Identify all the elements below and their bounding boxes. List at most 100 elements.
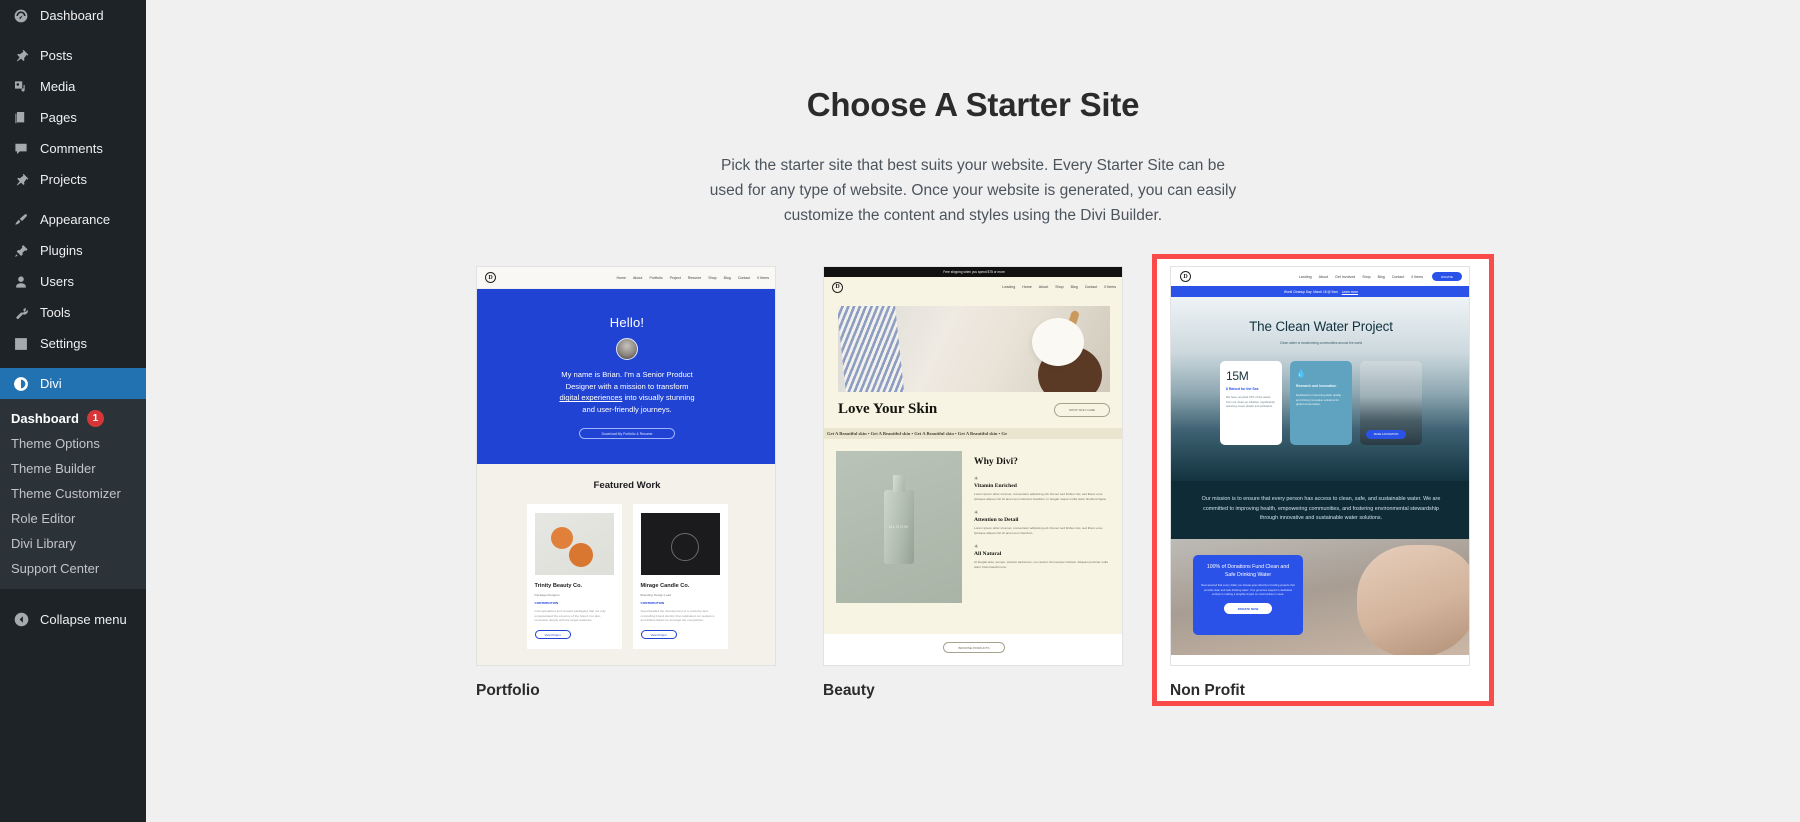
submenu-item-theme-customizer[interactable]: Theme Customizer: [0, 481, 146, 506]
page-title: Choose A Starter Site: [806, 86, 1140, 123]
avatar: [616, 338, 638, 361]
sidebar-item-label: Appearance: [40, 212, 111, 227]
beauty-preview: Free shipping when you spend $75 or more…: [824, 267, 1122, 665]
submenu-item-divi-library[interactable]: Divi Library: [0, 531, 146, 556]
starter-card-non-profit[interactable]: D Landing About Get Involved Shop Blog C…: [1152, 254, 1494, 707]
sidebar-item-label: Dashboard: [40, 8, 104, 23]
sidebar-item-label: Divi: [40, 376, 62, 391]
marquee-banner: Get A Beautiful skin • Get A Beautiful s…: [824, 428, 1122, 440]
submenu-item-theme-builder[interactable]: Theme Builder: [0, 456, 146, 481]
page-header: Choose A Starter Site Pick the starter s…: [146, 0, 1800, 228]
browse-products-button: BROWSE PRODUCTS: [943, 642, 1005, 654]
submenu-item-role-editor[interactable]: Role Editor: [0, 506, 146, 531]
preview-nav-links: Leading Home About Shop Blog Contact 0 I…: [1002, 285, 1116, 289]
admin-screen: Dashboard Posts Media Pages Comments Pro…: [0, 0, 1800, 822]
product-image: BLOOM: [836, 451, 962, 604]
nav-link: Blog: [1377, 274, 1385, 279]
research-heading: Research and Innovation: [1296, 384, 1337, 389]
bowl-shape: [1038, 346, 1102, 393]
submenu-item-theme-options[interactable]: Theme Options: [0, 431, 146, 456]
nav-link: Landing: [1298, 274, 1312, 279]
nav-link: About: [633, 275, 643, 280]
work-thumbnail: [640, 513, 720, 576]
hero-bio: My name is Brian. I'm a Senior Product D…: [522, 369, 732, 415]
plug-icon: [11, 241, 31, 261]
pin-icon: [11, 46, 31, 66]
submenu-item-dashboard[interactable]: Dashboard 1: [0, 406, 146, 431]
nav-link: Shop: [1055, 285, 1064, 290]
sidebar-item-label: Posts: [40, 48, 73, 63]
sidebar-item-tools[interactable]: Tools: [0, 297, 146, 328]
card-preview-frame[interactable]: D Landing About Get Involved Shop Blog C…: [1170, 266, 1470, 667]
work-role: Branding Design Lead: [640, 593, 672, 598]
feature-title: Attention to Detail: [974, 517, 1019, 524]
media-icon: [11, 77, 31, 97]
feature-title: All Natural: [974, 551, 1002, 558]
stat-card: 15M $ Raised for the Sea We have recycle…: [1220, 361, 1282, 446]
starter-card-portfolio[interactable]: D Home About Portfolio Project Resume Sh…: [476, 266, 776, 700]
work-button: View Project: [640, 630, 677, 640]
bio-line: and user-friendly journeys.: [582, 404, 672, 414]
sidebar-item-comments[interactable]: Comments: [0, 133, 146, 164]
submenu-item-label: Role Editor: [11, 511, 76, 526]
submenu-item-support-center[interactable]: Support Center: [0, 556, 146, 581]
why-heading: Why Divi?: [974, 456, 1018, 468]
preview-hero: Hello! My name is Brian. I'm a Senior Pr…: [477, 289, 775, 465]
sidebar-item-dashboard[interactable]: Dashboard: [0, 0, 146, 31]
preview-nav-links: Landing About Get Involved Shop Blog Con…: [1299, 275, 1423, 279]
feature-item: ✳ Vitamin Enriched Lorem ipsum dolor sit…: [974, 476, 1112, 502]
spoon-shape: [1060, 310, 1080, 351]
submenu-item-label: Divi Library: [11, 536, 77, 551]
nav-link: Blog: [723, 275, 731, 280]
card-preview-frame[interactable]: Free shipping when you spend $75 or more…: [823, 266, 1123, 667]
brush-icon: [11, 210, 31, 230]
preview-navbar: D Home About Portfolio Project Resume Sh…: [477, 267, 775, 290]
mission-statement: Our mission is to ensure that every pers…: [1171, 481, 1469, 540]
sidebar-item-label: Media: [40, 79, 76, 94]
collapse-menu-button[interactable]: Collapse menu: [0, 602, 146, 636]
sidebar-item-media[interactable]: Media: [0, 71, 146, 102]
feature-bullet-icon: ✳: [974, 510, 979, 517]
sidebar-item-plugins[interactable]: Plugins: [0, 235, 146, 266]
preview-featured-section: Featured Work Trinity Beauty Co. Package…: [477, 464, 775, 666]
water-drop-icon: 💧: [1296, 369, 1306, 379]
work-description: Spearheaded the development of a cohesiv…: [640, 608, 715, 623]
hero-greeting: Hello!: [609, 315, 645, 331]
divi-logo-icon: D: [1180, 271, 1191, 283]
sidebar-item-pages[interactable]: Pages: [0, 102, 146, 133]
non-profit-preview: D Landing About Get Involved Shop Blog C…: [1171, 267, 1469, 665]
sidebar-item-projects[interactable]: Projects: [0, 164, 146, 195]
feature-title: Vitamin Enriched: [974, 483, 1017, 490]
sidebar-item-posts[interactable]: Posts: [0, 40, 146, 71]
starter-site-grid: D Home About Portfolio Project Resume Sh…: [146, 254, 1800, 707]
card-preview-frame[interactable]: D Home About Portfolio Project Resume Sh…: [476, 266, 776, 667]
research-text: Dedicated to improving water quality and…: [1296, 393, 1342, 407]
comment-icon: [11, 139, 31, 159]
sidebar-item-appearance[interactable]: Appearance: [0, 204, 146, 235]
sidebar-item-label: Users: [40, 274, 74, 289]
photo-card: MAKE A DONATION: [1360, 361, 1422, 446]
sidebar-item-settings[interactable]: Settings: [0, 328, 146, 359]
sidebar-item-divi[interactable]: Divi: [0, 368, 146, 399]
submenu-item-label: Theme Builder: [11, 461, 96, 476]
feature-desc: Lorem ipsum dolor sit amet, consectetur …: [974, 526, 1104, 536]
work-role: Package Designer: [534, 593, 560, 598]
sliders-icon: [11, 334, 31, 354]
page-subtitle: Pick the starter site that best suits yo…: [709, 157, 1237, 225]
stat-value: 15M: [1226, 369, 1249, 384]
portfolio-preview: D Home About Portfolio Project Resume Sh…: [477, 267, 775, 666]
work-item: Mirage Candle Co. Branding Design Lead C…: [632, 504, 728, 650]
nav-link: Shop: [708, 275, 717, 280]
sidebar-item-users[interactable]: Users: [0, 266, 146, 297]
nav-link: Home: [616, 275, 627, 280]
hero-cta-button: Download My Portfolio & Resume: [579, 428, 675, 440]
hands-image: [1357, 545, 1469, 656]
nav-link: Portfolio: [649, 275, 663, 280]
announcement-strip: World Cleanup Day: March 18 @ 9am Learn …: [1171, 286, 1469, 298]
donations-heading: 100% of Donations Fund Clean and Safe Dr…: [1206, 564, 1290, 578]
starter-card-beauty[interactable]: Free shipping when you spend $75 or more…: [823, 266, 1123, 700]
nav-link: Project: [669, 275, 681, 280]
preview-navbar: D Landing About Get Involved Shop Blog C…: [1171, 267, 1469, 287]
work-meta-text: CONTRIBUTION: [640, 600, 665, 605]
nav-link: 0 Items: [1411, 274, 1423, 279]
